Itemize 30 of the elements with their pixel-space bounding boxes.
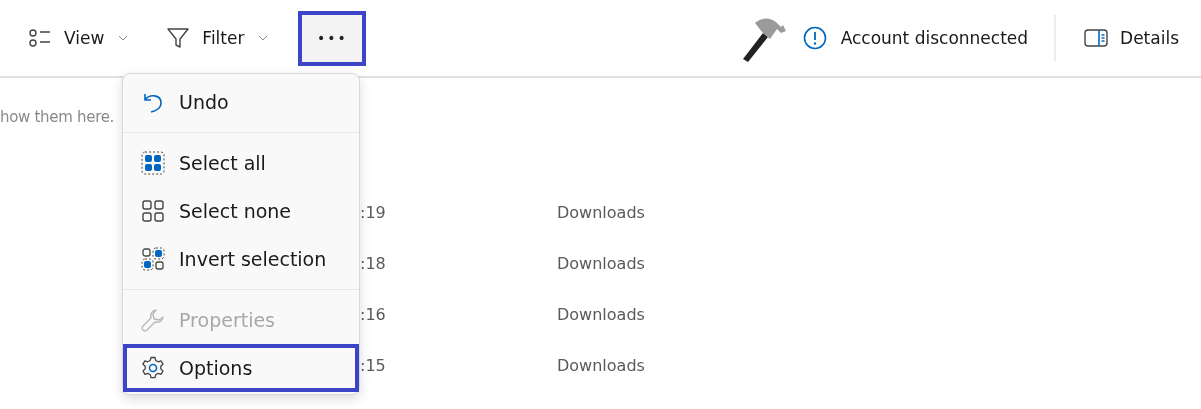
info-icon [802, 26, 827, 50]
date-cell-text: :15 [360, 356, 387, 375]
date-cell-text: :16 [360, 305, 387, 324]
details-button[interactable]: Details [1082, 20, 1181, 56]
filter-icon [166, 26, 191, 50]
select-all-icon [141, 151, 165, 175]
date-cell-text: :19 [360, 203, 387, 222]
view-button[interactable]: View [26, 20, 131, 56]
list-icon [28, 26, 52, 50]
settings-icon [141, 356, 165, 380]
location-cell: Downloads [557, 203, 645, 222]
caret-icon [258, 35, 269, 41]
menu-item[interactable]: Select none [123, 187, 359, 235]
more-button[interactable]: ••• [298, 10, 367, 66]
caret-icon [118, 35, 129, 41]
select-none-icon [141, 199, 165, 223]
menu-item[interactable]: Options [123, 344, 359, 392]
filter-button[interactable]: Filter [164, 20, 271, 56]
menu-item[interactable]: Undo [123, 78, 359, 126]
wrench-icon [141, 308, 165, 332]
empty-message: how them here. [0, 108, 115, 126]
date-cell-text: :18 [360, 254, 387, 273]
location-cell: Downloads [557, 356, 645, 375]
location-cell: Downloads [557, 254, 645, 273]
details-pane-icon [1084, 26, 1109, 50]
menu-item[interactable]: Invert selection [123, 235, 359, 283]
invert-selection-icon [141, 247, 165, 271]
menu-item[interactable]: Select all [123, 139, 359, 187]
location-cell: Downloads [557, 305, 645, 324]
account-status: Account disconnected [840, 28, 1029, 48]
